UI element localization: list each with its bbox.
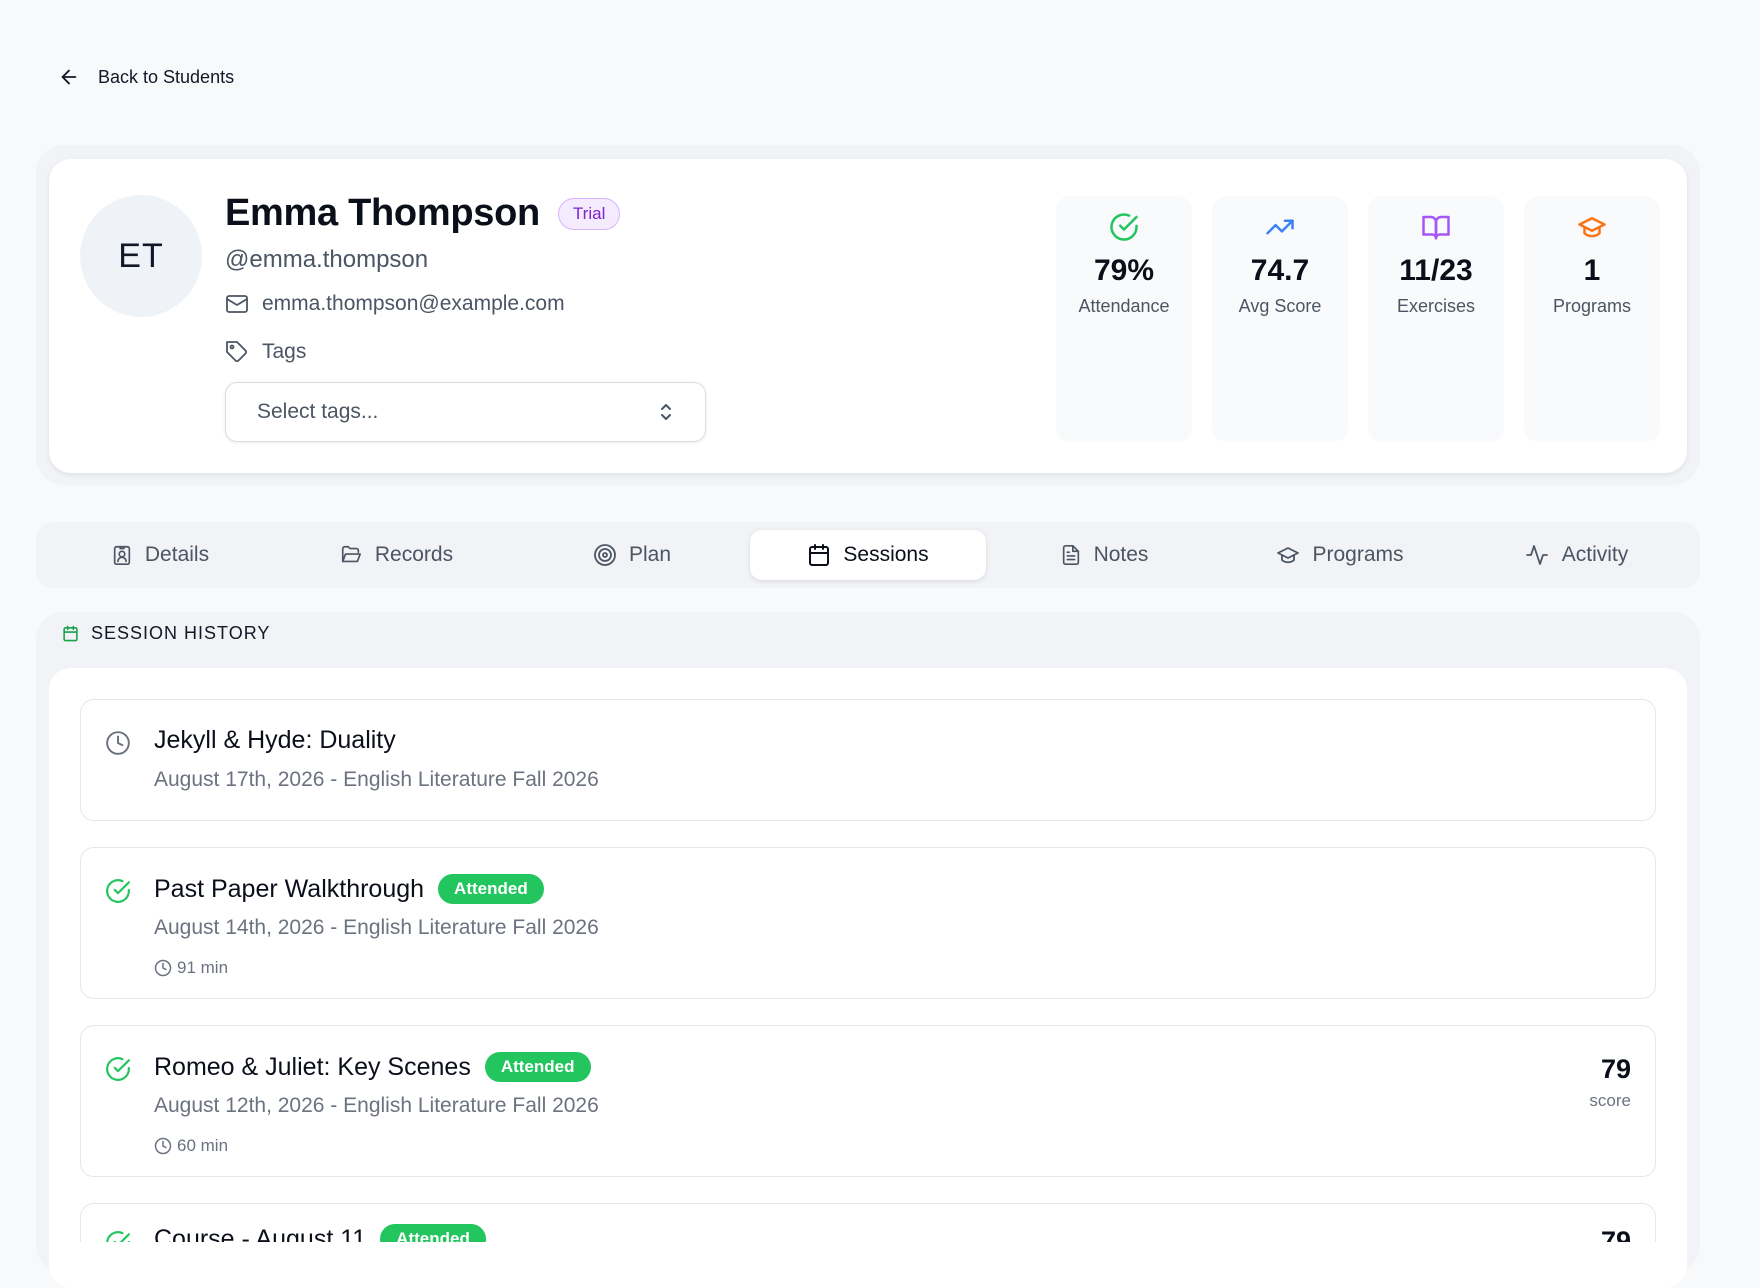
tags-label-row: Tags — [225, 340, 306, 364]
session-title: Course - August 11 — [154, 1224, 367, 1243]
stat-value: 79% — [1093, 254, 1155, 287]
stat-exercises: 11/23 Exercises — [1368, 196, 1504, 442]
id-badge-icon — [111, 544, 133, 566]
folder-open-icon — [339, 544, 363, 566]
session-subtitle: August 14th, 2026 - English Literature F… — [154, 916, 599, 939]
file-text-icon — [1060, 543, 1082, 567]
book-open-icon — [1421, 210, 1451, 244]
session-title: Jekyll & Hyde: Duality — [154, 726, 396, 754]
session-score: 79 score — [1589, 1054, 1631, 1111]
trial-badge: Trial — [557, 197, 621, 230]
stat-label: Exercises — [1396, 296, 1476, 316]
avatar-initials: ET — [118, 236, 164, 275]
stat-programs: 1 Programs — [1524, 196, 1660, 442]
graduation-cap-icon — [1577, 210, 1607, 244]
stat-label: Avg Score — [1238, 296, 1322, 316]
username: @emma.thompson — [225, 246, 429, 273]
calendar-icon — [62, 625, 79, 642]
calendar-icon — [807, 543, 831, 567]
stat-value: 1 — [1583, 254, 1601, 287]
tab-notes[interactable]: Notes — [986, 530, 1222, 580]
session-title: Romeo & Juliet: Key Scenes — [154, 1052, 471, 1081]
chevrons-up-down-icon — [657, 401, 675, 423]
stat-label: Attendance — [1078, 296, 1170, 316]
email-text[interactable]: emma.thompson@example.com — [262, 292, 565, 316]
target-icon — [593, 543, 617, 567]
session-card[interactable]: Jekyll & Hyde: Duality August 17th, 2026… — [80, 699, 1656, 821]
tab-plan[interactable]: Plan — [514, 530, 750, 580]
stat-value: 74.7 — [1250, 254, 1310, 287]
arrow-left-icon — [58, 66, 80, 88]
stat-avg-score: 74.7 Avg Score — [1212, 196, 1348, 442]
mail-icon — [225, 292, 249, 316]
tags-select-placeholder: Select tags... — [257, 400, 379, 423]
session-score: 79 — [1601, 1226, 1631, 1242]
duration-text: 60 min — [177, 1136, 229, 1155]
tab-label: Activity — [1561, 543, 1629, 566]
session-duration: 60 min — [154, 1136, 228, 1156]
session-subtitle: August 17th, 2026 - English Literature F… — [154, 768, 599, 791]
clock-icon — [154, 1137, 172, 1155]
session-title-row: Course - August 11 Attended — [154, 1224, 486, 1242]
email-row: emma.thompson@example.com — [225, 292, 565, 316]
attended-badge: Attended — [438, 874, 544, 904]
check-circle-icon — [1109, 210, 1139, 244]
back-to-students-link[interactable]: Back to Students — [58, 66, 234, 88]
session-title-row: Romeo & Juliet: Key Scenes Attended — [154, 1052, 591, 1082]
tab-details[interactable]: Details — [42, 530, 278, 580]
tab-label: Records — [374, 543, 454, 566]
score-value: 79 — [1600, 1054, 1631, 1084]
tab-label: Details — [144, 543, 210, 566]
score-value: 79 — [1600, 1226, 1631, 1242]
score-label: score — [1589, 1091, 1631, 1110]
session-title-row: Jekyll & Hyde: Duality — [154, 726, 396, 755]
tab-label: Plan — [628, 543, 672, 566]
name-row: Emma Thompson Trial — [225, 192, 621, 235]
trending-up-icon — [1265, 210, 1295, 244]
tab-programs[interactable]: Programs — [1222, 530, 1458, 580]
clock-icon — [154, 959, 172, 977]
clock-icon — [105, 730, 131, 756]
stat-attendance: 79% Attendance — [1056, 196, 1192, 442]
session-title-row: Past Paper Walkthrough Attended — [154, 874, 544, 904]
tab-label: Notes — [1093, 543, 1149, 566]
stat-value: 11/23 — [1399, 254, 1473, 287]
tab-sessions[interactable]: Sessions — [750, 530, 986, 580]
graduation-cap-icon — [1276, 543, 1300, 567]
check-circle-icon — [105, 1056, 131, 1082]
session-title: Past Paper Walkthrough — [154, 874, 425, 903]
tag-icon — [225, 340, 249, 364]
tab-records[interactable]: Records — [278, 530, 514, 580]
activity-icon — [1524, 543, 1550, 567]
stat-label: Programs — [1552, 296, 1632, 316]
session-subtitle: August 12th, 2026 - English Literature F… — [154, 1094, 599, 1117]
tags-select[interactable]: Select tags... — [225, 382, 706, 442]
tab-activity[interactable]: Activity — [1458, 530, 1694, 580]
profile-tabs: Details Records Plan Sessions Notes Prog… — [36, 522, 1700, 588]
duration-text: 91 min — [177, 958, 229, 977]
tab-label: Sessions — [843, 543, 929, 566]
session-card[interactable]: Course - August 11 Attended 79 — [80, 1203, 1656, 1242]
back-link-label: Back to Students — [98, 66, 235, 87]
check-circle-icon — [105, 1230, 131, 1242]
tags-label: Tags — [262, 340, 307, 363]
session-history-heading: SESSION HISTORY — [62, 623, 270, 644]
tab-label: Programs — [1312, 543, 1404, 566]
attended-badge: Attended — [484, 1052, 591, 1082]
check-circle-icon — [105, 878, 131, 904]
avatar: ET — [80, 195, 202, 317]
attended-badge: Attended — [380, 1224, 486, 1242]
session-duration: 91 min — [154, 958, 228, 978]
session-card[interactable]: Romeo & Juliet: Key Scenes Attended Augu… — [80, 1025, 1656, 1177]
session-history-title: SESSION HISTORY — [91, 623, 271, 643]
student-name: Emma Thompson — [225, 192, 540, 234]
session-card[interactable]: Past Paper Walkthrough Attended August 1… — [80, 847, 1656, 999]
